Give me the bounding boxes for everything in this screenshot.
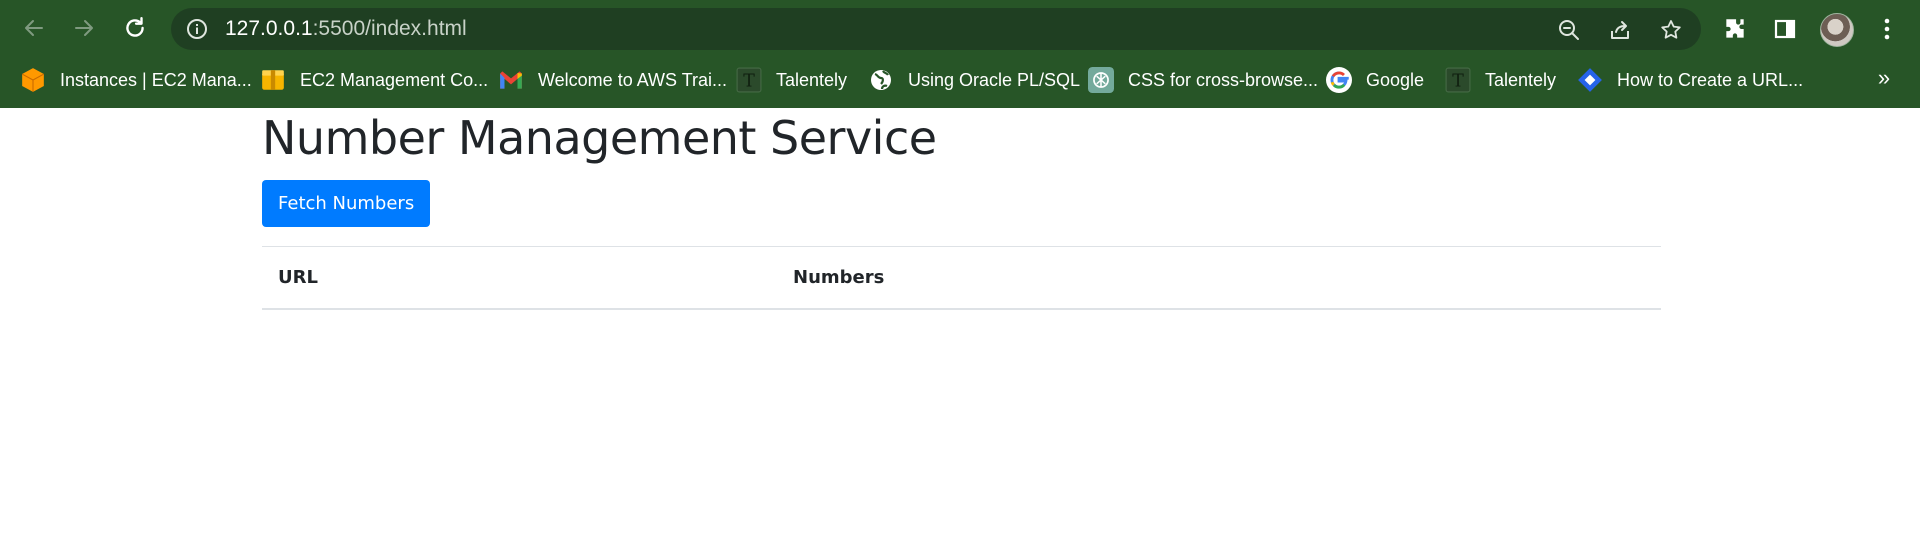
bookmark-label: Talentely bbox=[776, 69, 848, 90]
bookmark-item[interactable]: Welcome to AWS Trai... bbox=[498, 60, 727, 100]
bookmark-item[interactable]: EC2 Management Co... bbox=[260, 60, 488, 100]
column-header-url: URL bbox=[262, 246, 777, 310]
column-header-numbers: Numbers bbox=[777, 246, 1661, 310]
address-url[interactable]: 127.0.0.1:5500/index.html bbox=[225, 8, 467, 50]
table-header-row: URL Numbers bbox=[262, 246, 1661, 310]
talentely-icon: T bbox=[1445, 67, 1471, 93]
zoom-out-icon[interactable] bbox=[1556, 17, 1582, 43]
address-host: 127.0.0.1 bbox=[225, 17, 313, 40]
side-panel-icon[interactable] bbox=[1770, 14, 1800, 44]
menu-kebab-icon[interactable] bbox=[1872, 14, 1902, 44]
browser-toolbar: 127.0.0.1:5500/index.html bbox=[0, 0, 1920, 58]
google-icon bbox=[1326, 67, 1352, 93]
bookmark-label: Google bbox=[1366, 69, 1425, 90]
page-title: Number Management Service bbox=[262, 111, 937, 165]
bookmark-label: CSS for cross-browse... bbox=[1128, 69, 1319, 90]
bookmark-item[interactable]: T Talentely bbox=[736, 60, 847, 100]
svg-text:T: T bbox=[1452, 72, 1464, 92]
bookmark-label: EC2 Management Co... bbox=[300, 69, 489, 90]
talentely-icon: T bbox=[736, 67, 762, 93]
bookmark-label: Using Oracle PL/SQL bbox=[908, 69, 1081, 90]
bookmark-label: Talentely bbox=[1485, 69, 1557, 90]
fetch-numbers-button[interactable]: Fetch Numbers bbox=[262, 180, 431, 227]
back-button[interactable] bbox=[16, 10, 52, 46]
bookmark-item[interactable]: Using Oracle PL/SQL bbox=[868, 60, 1080, 100]
reload-icon bbox=[126, 17, 144, 37]
bookmark-label: Instances | EC2 Mana... bbox=[60, 69, 252, 90]
bookmark-item[interactable]: T Talentely bbox=[1445, 60, 1556, 100]
page-content: Number Management Service Fetch Numbers … bbox=[262, 108, 1661, 310]
bookmark-item[interactable]: Instances | EC2 Mana... bbox=[20, 60, 252, 100]
bookmark-item[interactable]: How to Create a URL... bbox=[1577, 60, 1803, 100]
more-bookmarks-button[interactable]: » bbox=[1872, 60, 1896, 96]
aws-box-icon bbox=[260, 67, 286, 93]
browser-chrome: 127.0.0.1:5500/index.html Instances | EC… bbox=[0, 0, 1920, 108]
aws-orange-icon bbox=[20, 67, 46, 93]
diamond-icon bbox=[1577, 67, 1603, 93]
bookmark-item[interactable]: Google bbox=[1326, 60, 1424, 100]
bookmark-label: How to Create a URL... bbox=[1617, 69, 1804, 90]
gmail-icon bbox=[498, 67, 524, 93]
profile-avatar[interactable] bbox=[1820, 13, 1854, 47]
chatgpt-icon bbox=[1088, 67, 1114, 93]
arrow-left-icon bbox=[25, 20, 43, 36]
globe-icon bbox=[868, 67, 894, 93]
bookmarks-bar: Instances | EC2 Mana... EC2 Management C… bbox=[0, 60, 1920, 100]
arrow-right-icon bbox=[75, 20, 93, 36]
bookmark-star-icon[interactable] bbox=[1658, 17, 1684, 43]
reload-button[interactable] bbox=[117, 10, 153, 46]
bookmark-item[interactable]: CSS for cross-browse... bbox=[1088, 60, 1318, 100]
share-icon[interactable] bbox=[1607, 17, 1633, 43]
forward-button[interactable] bbox=[66, 10, 102, 46]
address-bar[interactable]: 127.0.0.1:5500/index.html bbox=[171, 8, 1701, 50]
address-path: :5500/index.html bbox=[312, 17, 467, 40]
numbers-table: URL Numbers bbox=[262, 246, 1661, 310]
extensions-icon[interactable] bbox=[1720, 14, 1750, 44]
bookmark-label: Welcome to AWS Trai... bbox=[538, 69, 728, 90]
info-icon[interactable] bbox=[185, 17, 209, 41]
svg-text:T: T bbox=[743, 72, 755, 92]
